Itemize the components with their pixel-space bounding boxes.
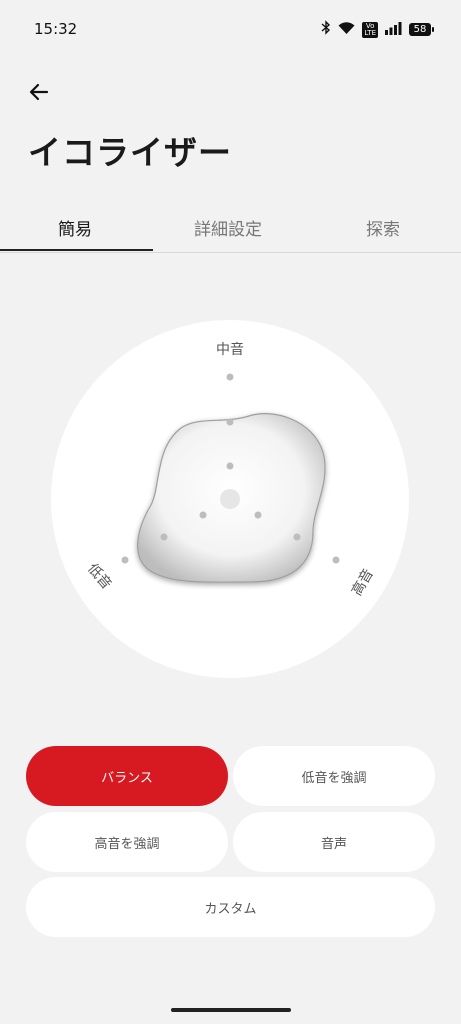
tab-advanced[interactable]: 詳細設定	[194, 215, 262, 240]
mid-dot-inner	[226, 462, 234, 470]
treble-dot-inner	[254, 511, 262, 519]
tab-explore[interactable]: 探索	[366, 215, 400, 240]
bass-dot-inner	[199, 511, 207, 519]
bluetooth-icon	[321, 20, 331, 39]
preset-treble-boost-button[interactable]: 高音を強調	[26, 812, 228, 872]
signal-icon	[385, 20, 402, 39]
preset-voice-button[interactable]: 音声	[233, 812, 435, 872]
wifi-icon	[338, 20, 355, 39]
treble-dot-outer	[332, 556, 340, 564]
back-button[interactable]	[26, 78, 54, 106]
treble-dot-middle	[293, 533, 301, 541]
arrow-left-icon	[29, 83, 49, 101]
equalizer-graphic	[121, 373, 340, 583]
status-time: 15:32	[34, 20, 78, 38]
bass-dot-outer	[121, 556, 129, 564]
status-icons: Vo LTE 58	[321, 20, 434, 39]
mid-label: 中音	[216, 342, 244, 358]
mid-dot-middle	[226, 418, 234, 426]
tab-bar: 簡易 詳細設定 探索	[0, 200, 461, 253]
preset-custom-button[interactable]: カスタム	[26, 877, 435, 937]
preset-bass-boost-button[interactable]: 低音を強調	[233, 746, 435, 806]
home-indicator[interactable]	[171, 1008, 291, 1012]
tab-indicator	[0, 249, 153, 251]
bass-dot-middle	[160, 533, 168, 541]
tab-simple[interactable]: 簡易	[58, 215, 92, 240]
center-dot	[220, 489, 240, 509]
preset-balance-button[interactable]: バランス	[26, 746, 228, 806]
volte-icon: Vo LTE	[362, 21, 378, 38]
mid-dot-outer	[226, 373, 234, 381]
page-title: イコライザー	[28, 133, 232, 172]
battery-icon: 58	[409, 23, 434, 36]
status-bar: 15:32 Vo LTE 58	[0, 0, 461, 60]
